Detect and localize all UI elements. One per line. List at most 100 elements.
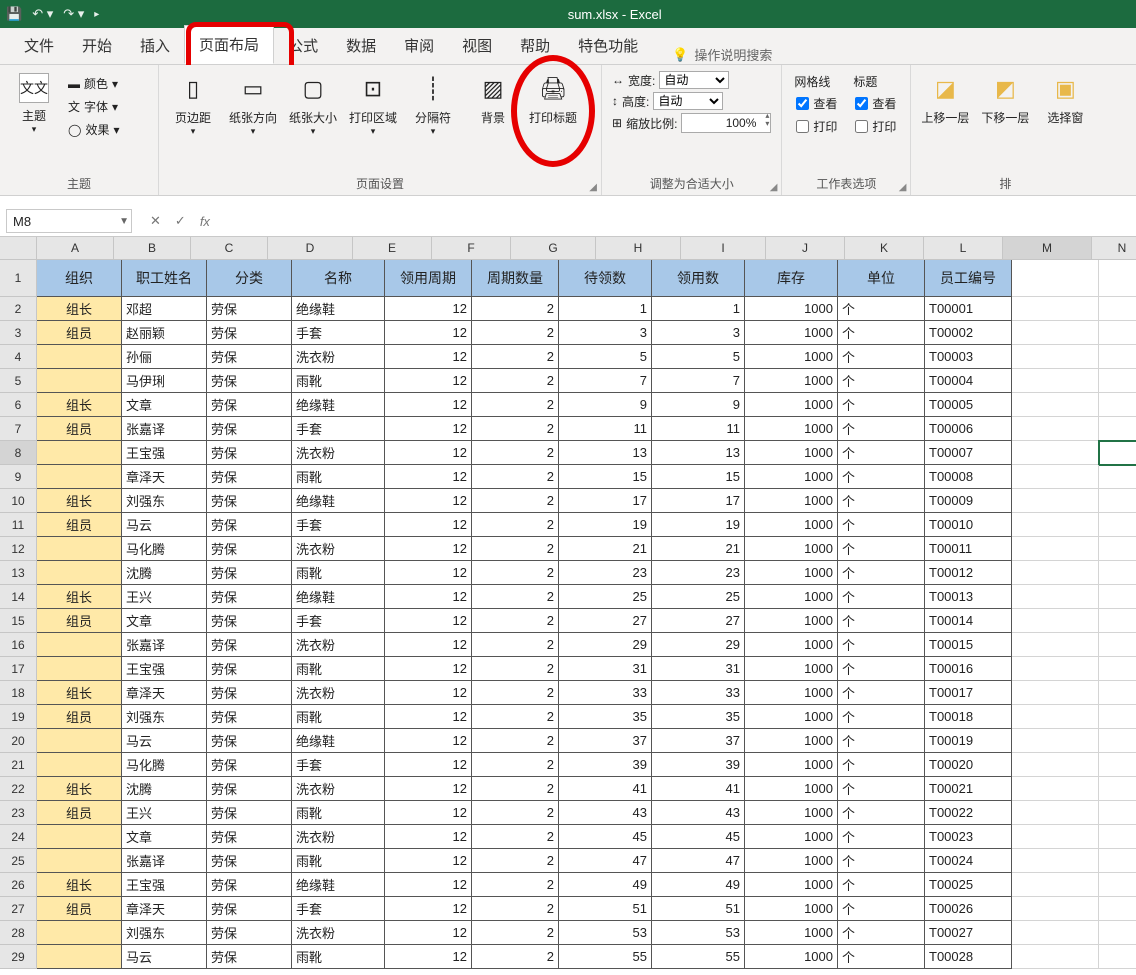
cell-J18[interactable]: 个 [838,681,925,705]
row-head-4[interactable]: 4 [0,345,37,369]
worksheet[interactable]: 1234567891011121314151617181920212223242… [0,237,1136,969]
row-head-9[interactable]: 9 [0,465,37,489]
cell-A9[interactable] [37,465,122,489]
cell-L5[interactable] [1012,369,1099,393]
cell-H27[interactable]: 51 [652,897,745,921]
row-head-7[interactable]: 7 [0,417,37,441]
cell-I18[interactable]: 1000 [745,681,838,705]
row-head-17[interactable]: 17 [0,657,37,681]
cell-G16[interactable]: 29 [559,633,652,657]
cell-E15[interactable]: 12 [385,609,472,633]
row-head-1[interactable]: 1 [0,260,37,297]
cell-C1[interactable]: 分类 [207,260,292,297]
cell-L22[interactable] [1012,777,1099,801]
cell-F10[interactable]: 2 [472,489,559,513]
tab-视图[interactable]: 视图 [448,27,506,64]
col-head-A[interactable]: A [37,237,114,260]
cell-H17[interactable]: 31 [652,657,745,681]
cell-K8[interactable]: T00007 [925,441,1012,465]
cell-J15[interactable]: 个 [838,609,925,633]
cell-A6[interactable]: 组长 [37,393,122,417]
cell-J7[interactable]: 个 [838,417,925,441]
cell-I27[interactable]: 1000 [745,897,838,921]
cell-L13[interactable] [1012,561,1099,585]
cell-M13[interactable] [1099,561,1136,585]
cell-K2[interactable]: T00001 [925,297,1012,321]
cell-L10[interactable] [1012,489,1099,513]
cell-K14[interactable]: T00013 [925,585,1012,609]
cell-K6[interactable]: T00005 [925,393,1012,417]
cell-B2[interactable]: 邓超 [122,297,207,321]
row-head-18[interactable]: 18 [0,681,37,705]
tab-审阅[interactable]: 审阅 [390,27,448,64]
cell-D7[interactable]: 手套 [292,417,385,441]
row-head-8[interactable]: 8 [0,441,37,465]
cell-C18[interactable]: 劳保 [207,681,292,705]
cell-L2[interactable] [1012,297,1099,321]
cell-A7[interactable]: 组员 [37,417,122,441]
cell-A28[interactable] [37,921,122,945]
cell-E23[interactable]: 12 [385,801,472,825]
cell-F13[interactable]: 2 [472,561,559,585]
cell-D17[interactable]: 雨靴 [292,657,385,681]
cell-C20[interactable]: 劳保 [207,729,292,753]
cell-H2[interactable]: 1 [652,297,745,321]
cell-E4[interactable]: 12 [385,345,472,369]
cell-M25[interactable] [1099,849,1136,873]
pagesetup-launcher-icon[interactable]: ◢ [589,182,597,193]
pagesetup-分隔符[interactable]: ┊分隔符▾ [403,69,463,137]
cell-K17[interactable]: T00016 [925,657,1012,681]
row-head-28[interactable]: 28 [0,921,37,945]
cell-D29[interactable]: 雨靴 [292,945,385,969]
cell-E21[interactable]: 12 [385,753,472,777]
scale-width-select[interactable]: 自动 [659,71,729,89]
cell-K20[interactable]: T00019 [925,729,1012,753]
cell-I21[interactable]: 1000 [745,753,838,777]
cell-J1[interactable]: 单位 [838,260,925,297]
col-head-L[interactable]: L [924,237,1003,260]
cell-G5[interactable]: 7 [559,369,652,393]
cell-B8[interactable]: 王宝强 [122,441,207,465]
cell-E9[interactable]: 12 [385,465,472,489]
cell-L4[interactable] [1012,345,1099,369]
cell-B11[interactable]: 马云 [122,513,207,537]
cell-G20[interactable]: 37 [559,729,652,753]
cell-B25[interactable]: 张嘉译 [122,849,207,873]
cell-H6[interactable]: 9 [652,393,745,417]
cell-C10[interactable]: 劳保 [207,489,292,513]
tab-页面布局[interactable]: 页面布局 [184,25,274,64]
cell-H9[interactable]: 15 [652,465,745,489]
cell-M9[interactable] [1099,465,1136,489]
cell-E18[interactable]: 12 [385,681,472,705]
cell-A1[interactable]: 组织 [37,260,122,297]
cell-I16[interactable]: 1000 [745,633,838,657]
save-icon[interactable]: 💾 [6,6,22,22]
cell-K28[interactable]: T00027 [925,921,1012,945]
cell-C24[interactable]: 劳保 [207,825,292,849]
cell-C22[interactable]: 劳保 [207,777,292,801]
cell-G11[interactable]: 19 [559,513,652,537]
cell-K11[interactable]: T00010 [925,513,1012,537]
arrange-选择窗[interactable]: ▣选择窗 [1035,69,1095,126]
cell-D8[interactable]: 洗衣粉 [292,441,385,465]
cell-B4[interactable]: 孙俪 [122,345,207,369]
cell-J23[interactable]: 个 [838,801,925,825]
cell-M23[interactable] [1099,801,1136,825]
cell-F1[interactable]: 周期数量 [472,260,559,297]
cell-E22[interactable]: 12 [385,777,472,801]
row-head-24[interactable]: 24 [0,825,37,849]
row-head-22[interactable]: 22 [0,777,37,801]
cell-C25[interactable]: 劳保 [207,849,292,873]
col-head-M[interactable]: M [1003,237,1092,260]
cell-C26[interactable]: 劳保 [207,873,292,897]
cell-J9[interactable]: 个 [838,465,925,489]
cell-J8[interactable]: 个 [838,441,925,465]
cell-C3[interactable]: 劳保 [207,321,292,345]
cell-M18[interactable] [1099,681,1136,705]
cell-B7[interactable]: 张嘉译 [122,417,207,441]
cell-L18[interactable] [1012,681,1099,705]
cell-E10[interactable]: 12 [385,489,472,513]
cell-A13[interactable] [37,561,122,585]
col-head-I[interactable]: I [681,237,766,260]
cell-E11[interactable]: 12 [385,513,472,537]
